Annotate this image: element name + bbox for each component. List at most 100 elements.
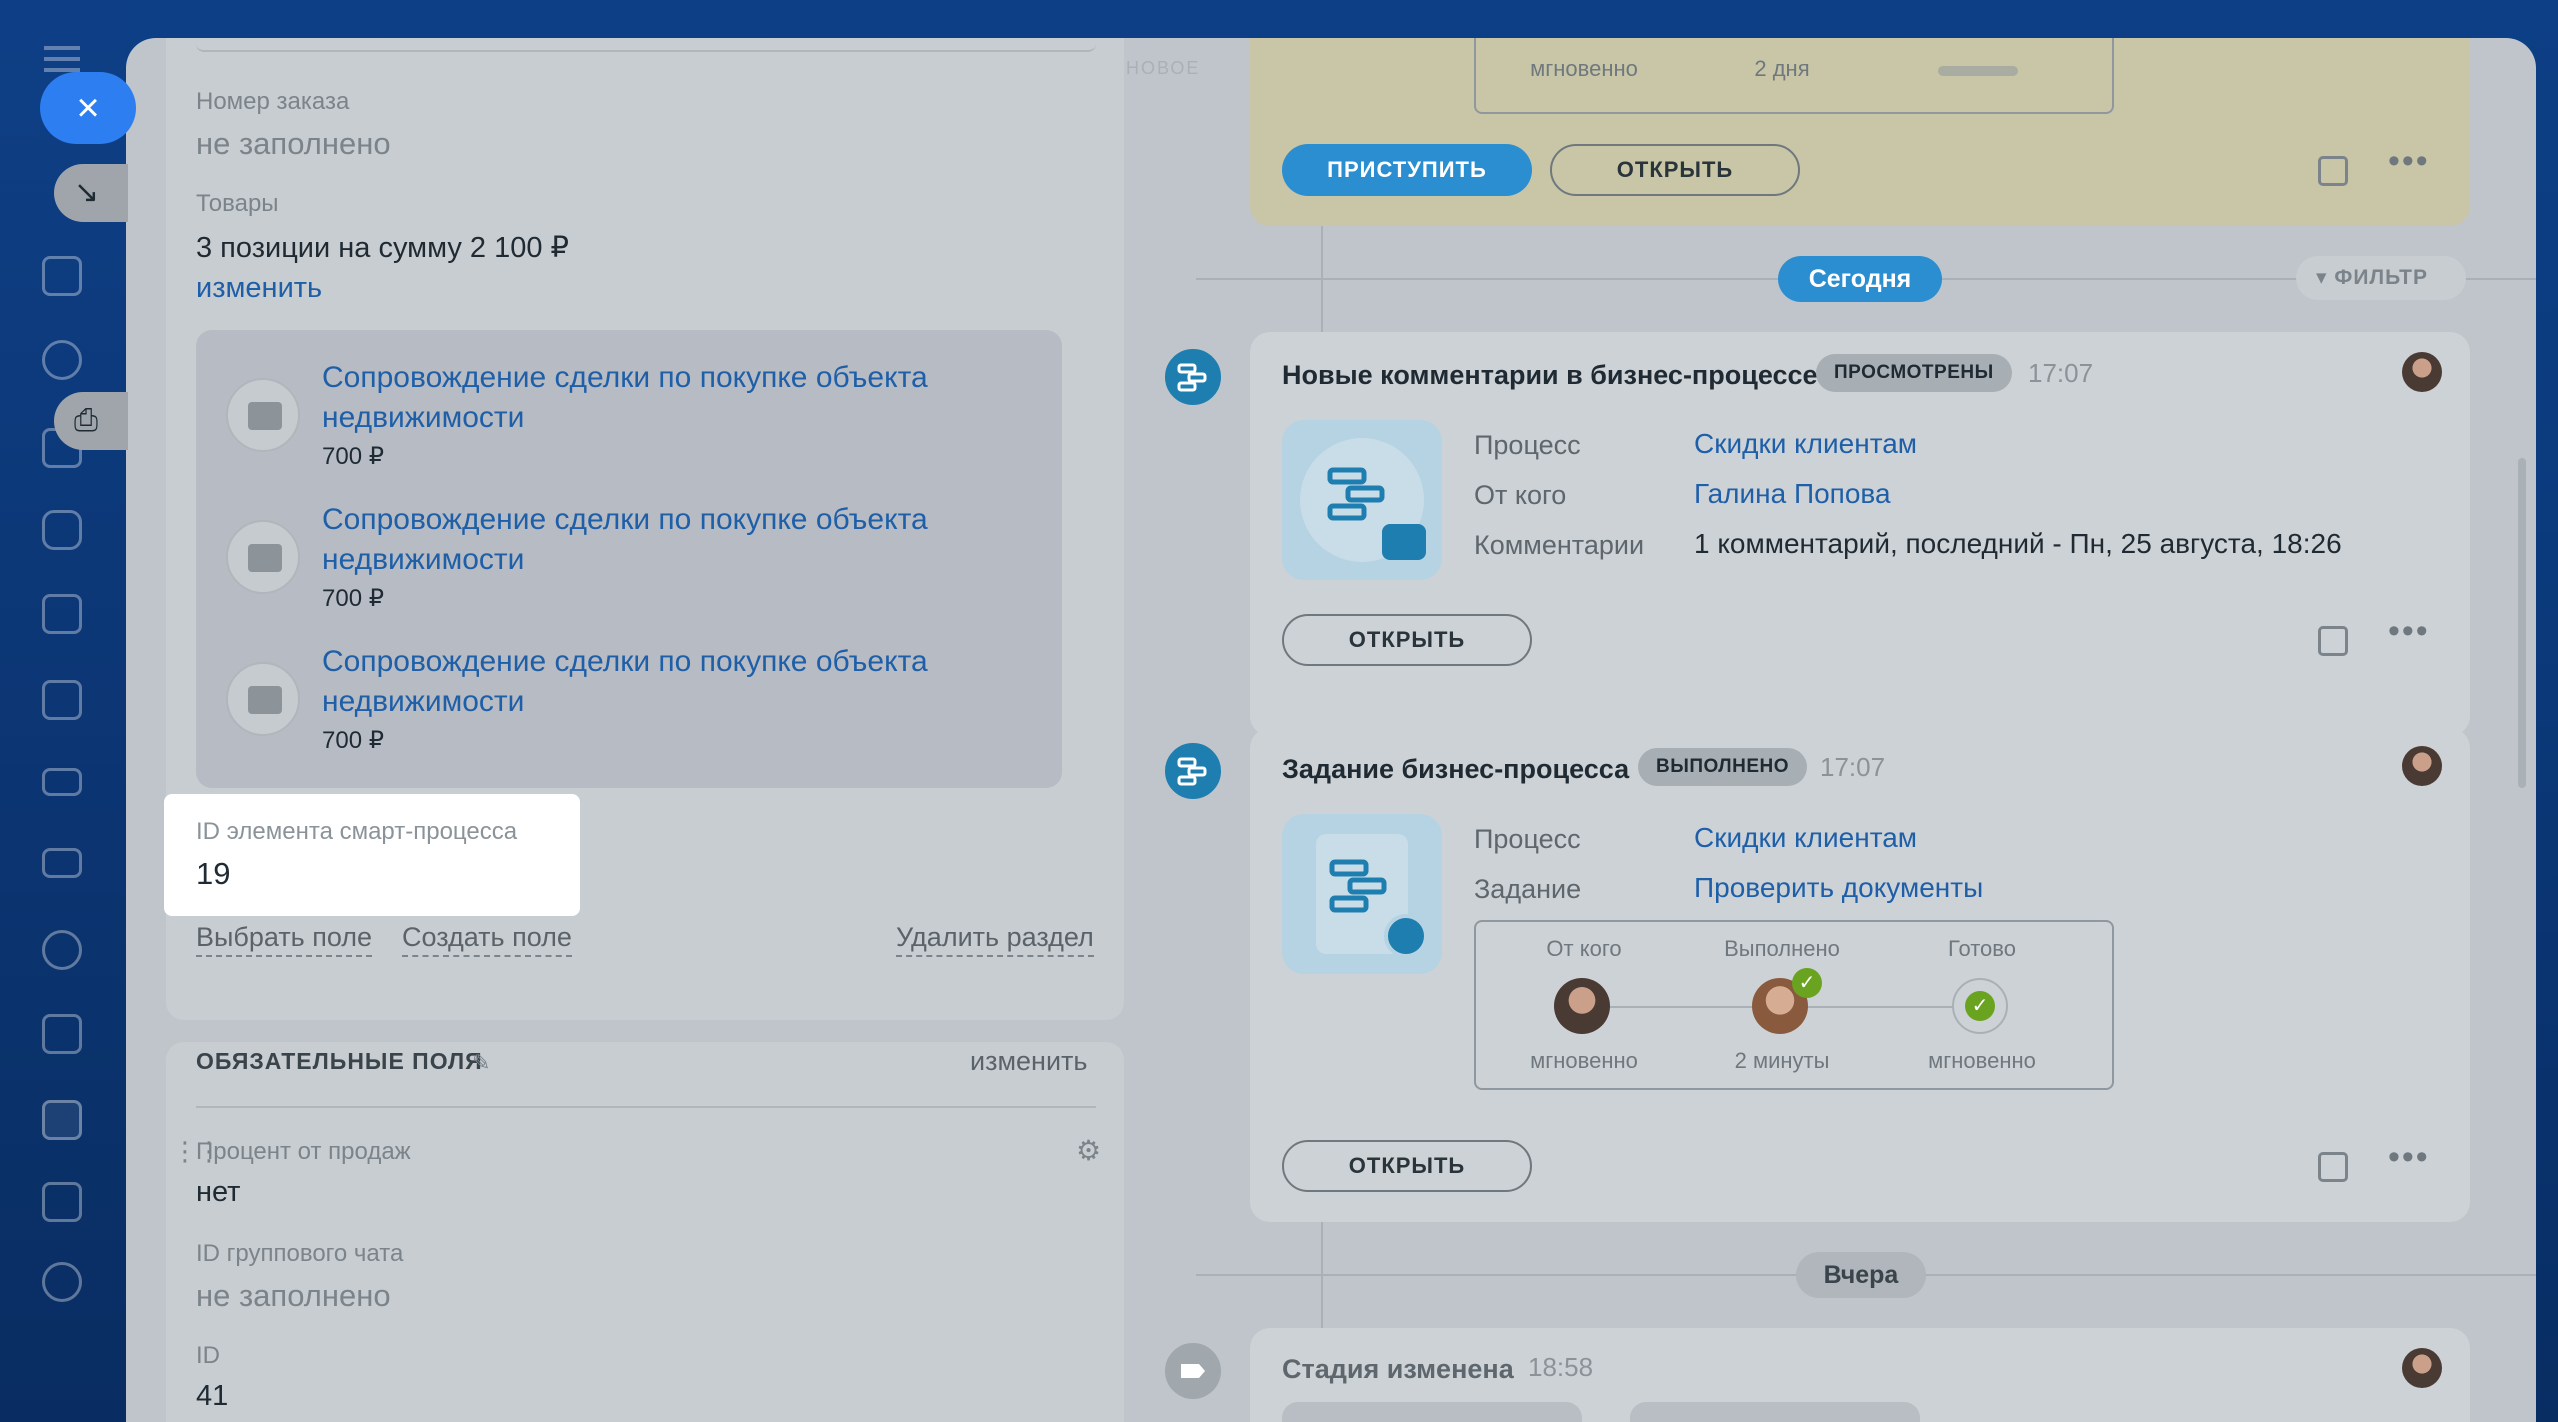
stat-header: Выполнено: [1724, 936, 1840, 961]
filter-button[interactable]: ▾ ФИЛЬТР: [2296, 256, 2466, 300]
avatar[interactable]: [2402, 352, 2442, 392]
check-icon: ✓: [1792, 968, 1822, 998]
task-process-icon: [1282, 814, 1442, 974]
task-link[interactable]: Проверить документы: [1694, 872, 1983, 904]
open-button[interactable]: ОТКРЫТЬ: [1282, 614, 1532, 666]
required-fields-card: [166, 1042, 1124, 1422]
image-icon: [226, 378, 300, 452]
percent-label: Процент от продаж: [196, 1138, 411, 1165]
order-number-value[interactable]: не заполнено: [196, 126, 391, 162]
file-icon[interactable]: [42, 680, 82, 720]
process-node-icon: [1160, 738, 1226, 804]
stat-header: От кого: [1546, 936, 1622, 961]
yesterday-pill: Вчера: [1796, 1252, 1926, 1298]
start-button[interactable]: ПРИСТУПИТЬ: [1282, 144, 1532, 196]
product-price: 700 ₽: [322, 443, 384, 470]
field-key: От кого: [1474, 480, 1567, 510]
tag-icon[interactable]: [42, 1182, 82, 1222]
process-link[interactable]: Скидки клиентам: [1694, 822, 1917, 854]
id-value: 41: [196, 1380, 229, 1412]
order-number-label: Номер заказа: [196, 88, 350, 115]
menu-icon[interactable]: [44, 46, 80, 72]
note-icon[interactable]: [2318, 156, 2348, 186]
print-button[interactable]: ⎙: [54, 392, 128, 450]
smart-process-id-value: 19: [196, 856, 231, 891]
percent-value[interactable]: нет: [196, 1176, 240, 1209]
goods-summary: 3 позиции на сумму 2 100 ₽: [196, 232, 569, 264]
avatar[interactable]: [2402, 1348, 2442, 1388]
smart-process-id-label: ID элемента смарт-процесса: [196, 818, 518, 845]
mail-icon[interactable]: [42, 848, 82, 878]
chat-id-label: ID группового чата: [196, 1240, 404, 1267]
required-fields-title: ОБЯЗАТЕЛЬНЫЕ ПОЛЯ: [196, 1048, 483, 1074]
image-icon: [226, 520, 300, 594]
avatar[interactable]: [2402, 746, 2442, 786]
contacts-icon[interactable]: [42, 930, 82, 970]
open-button[interactable]: ОТКРЫТЬ: [1550, 144, 1800, 196]
product-title[interactable]: Сопровождение сделки по покупке объекта …: [322, 642, 1022, 722]
scrollbar[interactable]: [2518, 458, 2526, 788]
tasks-icon[interactable]: [42, 256, 82, 296]
author-link[interactable]: Галина Попова: [1694, 478, 1891, 510]
clock-icon: [1384, 914, 1428, 958]
chat-icon[interactable]: [42, 510, 82, 550]
calendar-icon[interactable]: [42, 594, 82, 634]
card-time: 18:58: [1528, 1352, 1594, 1382]
card-icon[interactable]: [42, 768, 82, 796]
more-icon[interactable]: •••: [2388, 142, 2430, 181]
field-key: Процесс: [1474, 824, 1581, 854]
funnel-icon[interactable]: [42, 1100, 82, 1140]
settings-icon[interactable]: [42, 1262, 82, 1302]
more-icon[interactable]: •••: [2388, 1138, 2430, 1177]
delete-section-link[interactable]: Удалить раздел: [896, 922, 1094, 957]
filter-label: ФИЛЬТР: [2334, 266, 2428, 289]
flow-icon[interactable]: [42, 340, 82, 380]
field-key: Задание: [1474, 874, 1582, 904]
goods-change-link[interactable]: изменить: [196, 272, 322, 305]
chat-id-value[interactable]: не заполнено: [196, 1278, 391, 1314]
field-key: Комментарии: [1474, 530, 1645, 560]
create-field-link[interactable]: Создать поле: [402, 922, 572, 957]
today-pill: Сегодня: [1778, 256, 1942, 302]
stat-header: Готово: [1948, 936, 2016, 961]
pencil-icon[interactable]: ✎: [472, 1050, 490, 1076]
stat-placeholder: [1938, 66, 2018, 76]
process-link[interactable]: Скидки клиентам: [1694, 428, 1917, 460]
product-title[interactable]: Сопровождение сделки по покупке объекта …: [322, 358, 1022, 438]
stat-footer: мгновенно: [1530, 1048, 1638, 1073]
edit-icon[interactable]: [42, 1014, 82, 1054]
check-icon: ✓: [1965, 991, 1995, 1021]
status-badge: ВЫПОЛНЕНО: [1638, 748, 1808, 786]
new-label: НОВОЕ: [1126, 58, 1201, 78]
slider-panel: НОВОЕ Номер заказа не заполнено Товары 3…: [126, 38, 2536, 1422]
smart-process-id-field[interactable]: [164, 794, 580, 916]
comments-value: 1 комментарий, последний - Пн, 25 август…: [1694, 528, 2342, 559]
id-label: ID: [196, 1342, 220, 1369]
comment-icon: [1382, 524, 1426, 560]
card-title: Новые комментарии в бизнес-процессе: [1282, 360, 1818, 390]
stage-node-icon: [1160, 1338, 1226, 1404]
open-button[interactable]: ОТКРЫТЬ: [1282, 1140, 1532, 1192]
more-icon[interactable]: •••: [2388, 612, 2430, 651]
note-icon[interactable]: [2318, 1152, 2348, 1182]
required-change-link[interactable]: изменить: [970, 1046, 1087, 1077]
product-price: 700 ₽: [322, 727, 384, 754]
field-key: Процесс: [1474, 430, 1581, 460]
image-icon: [226, 662, 300, 736]
stage-chip: [1630, 1402, 1920, 1422]
stat-footer: мгновенно: [1928, 1048, 2036, 1073]
stat-footer: 2 минуты: [1734, 1048, 1830, 1073]
note-icon[interactable]: [2318, 626, 2348, 656]
comments-process-icon: [1282, 420, 1442, 580]
stat-footer: 2 дня: [1754, 56, 1810, 81]
close-button[interactable]: ×: [40, 72, 136, 144]
card-time: 17:07: [2028, 358, 2094, 388]
minimize-button[interactable]: ↘: [54, 164, 128, 222]
avatar[interactable]: [1554, 978, 1610, 1034]
goods-label: Товары: [196, 190, 279, 217]
close-icon: ×: [76, 86, 100, 130]
gear-icon[interactable]: ⚙: [1076, 1134, 1101, 1167]
select-field-link[interactable]: Выбрать поле: [196, 922, 373, 957]
product-title[interactable]: Сопровождение сделки по покупке объекта …: [322, 500, 1022, 580]
card-title: Стадия изменена: [1282, 1354, 1514, 1384]
